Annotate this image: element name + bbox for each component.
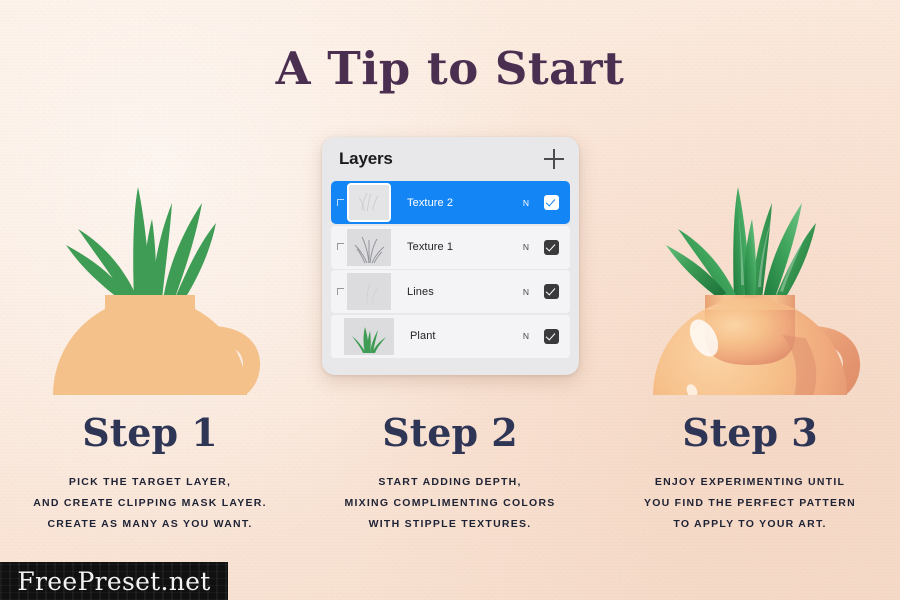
step-body-line: YOU FIND THE PERFECT PATTERN	[644, 497, 856, 509]
layer-thumbnail[interactable]	[347, 228, 391, 266]
step-body-2: START ADDING DEPTH, MIXING COMPLIMENTING…	[300, 472, 600, 535]
layer-visibility-checkbox[interactable]	[544, 328, 559, 344]
layer-blend-mode[interactable]: N	[515, 331, 537, 341]
clipping-mask-icon	[334, 285, 347, 299]
layer-thumbnail[interactable]	[344, 317, 394, 355]
watermark-bar: FreePreset.net	[0, 562, 228, 600]
layer-list: Texture 2 N Texture 1 N Lines N Plant N	[322, 181, 579, 358]
step-body-line: CREATE AS MANY AS YOU WANT.	[47, 518, 253, 530]
step-body-line: ENJOY EXPERIMENTING UNTIL	[654, 476, 846, 488]
layer-thumbnail[interactable]	[347, 183, 391, 222]
layers-panel-title: Layers	[339, 149, 393, 168]
layer-row[interactable]: Texture 1 N	[331, 225, 570, 269]
layer-blend-mode[interactable]: N	[515, 242, 537, 252]
page-title: A Tip to Start	[275, 42, 625, 95]
layer-visibility-checkbox[interactable]	[544, 195, 559, 210]
flat-vase-illustration	[0, 95, 300, 492]
step-body-line: TO APPLY TO YOUR ART.	[673, 518, 827, 530]
layers-panel[interactable]: Layers Texture 2 N Texture 1 N Lines N P…	[322, 137, 579, 375]
plant-leaves-shaded	[666, 187, 816, 300]
layer-thumbnail[interactable]	[347, 273, 391, 310]
layers-panel-header: Layers	[322, 137, 579, 181]
layer-name: Texture 1	[407, 241, 454, 253]
step-heading-3: Step 3	[682, 410, 818, 455]
step-body-line: MIXING COMPLIMENTING COLORS	[344, 497, 556, 509]
layer-visibility-checkbox[interactable]	[544, 239, 559, 255]
layer-name: Lines	[407, 285, 434, 298]
shaded-vase-illustration	[600, 95, 900, 492]
layer-row[interactable]: Lines N	[331, 270, 570, 313]
step-body-line: PICK THE TARGET LAYER,	[68, 476, 232, 488]
clipping-mask-icon	[334, 240, 347, 254]
plus-icon[interactable]	[544, 149, 564, 169]
step-body-1: PICK THE TARGET LAYER, AND CREATE CLIPPI…	[0, 472, 300, 535]
step-body-3: ENJOY EXPERIMENTING UNTIL YOU FIND THE P…	[600, 472, 900, 535]
layer-blend-mode[interactable]: N	[515, 287, 537, 297]
layer-name: Texture 2	[407, 196, 454, 209]
step-body-line: AND CREATE CLIPPING MASK LAYER.	[33, 497, 267, 509]
watermark-text: FreePreset.net	[17, 566, 211, 596]
layer-row[interactable]: Plant N	[331, 314, 570, 358]
step-body-line: WITH STIPPLE TEXTURES.	[368, 518, 532, 530]
step-heading-1: Step 1	[82, 410, 218, 455]
clipping-mask-icon	[334, 196, 347, 210]
layer-blend-mode[interactable]: N	[515, 198, 537, 208]
step-body-line: START ADDING DEPTH,	[378, 476, 522, 488]
plant-leaves-flat	[66, 187, 216, 300]
layer-visibility-checkbox[interactable]	[544, 284, 559, 299]
layer-name: Plant	[410, 330, 436, 342]
step-heading-2: Step 2	[382, 410, 518, 455]
layer-row[interactable]: Texture 2 N	[331, 181, 570, 224]
